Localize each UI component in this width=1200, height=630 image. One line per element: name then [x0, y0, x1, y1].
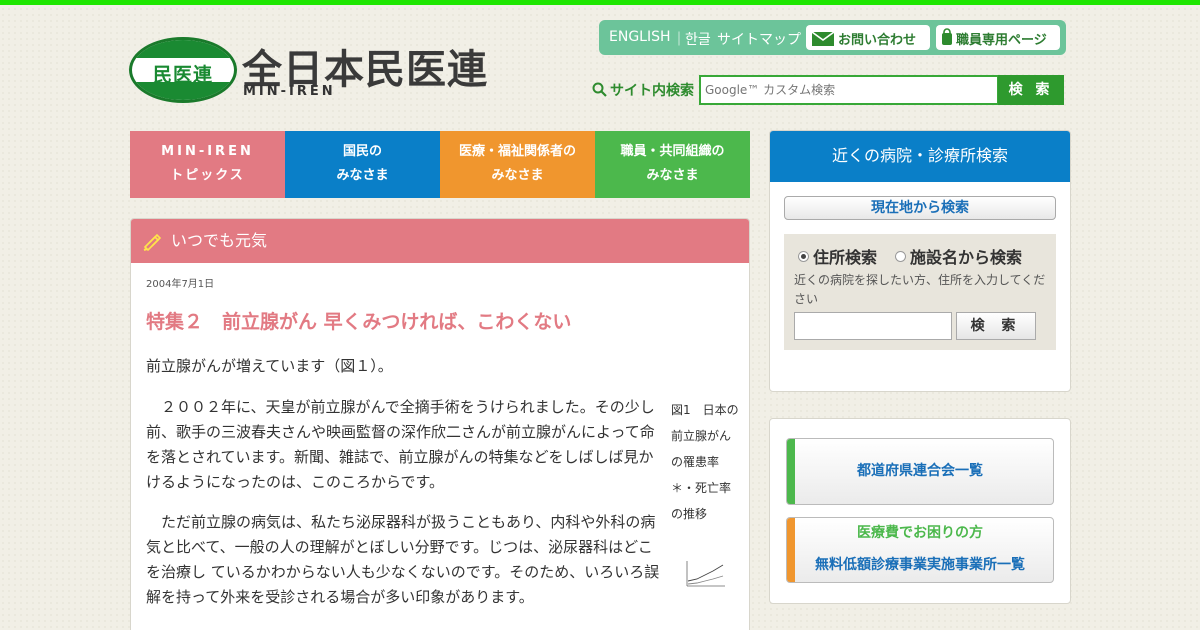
- top-accent-bar: [0, 0, 1200, 5]
- site-search-text: サイト内検索: [610, 83, 694, 99]
- korean-link[interactable]: 한글: [685, 29, 711, 49]
- article-lead: 前立腺がんが増えています（図１）。: [146, 357, 393, 375]
- address-input[interactable]: [794, 312, 952, 340]
- nav-topics-line1: MIN-IREN: [161, 144, 254, 159]
- article-date: 2004年7月1日: [146, 279, 215, 290]
- staff-page-button[interactable]: 職員専用ページ: [936, 25, 1060, 50]
- article-title: 特集２ 前立腺がん 早くみつければ、こわくない: [146, 311, 572, 333]
- hospital-search-panel: 近くの病院・診療所検索 現在地から検索 住所検索 施設名から検索 近くの病院を探…: [769, 130, 1071, 392]
- logo-subtitle: MIN-IREN: [243, 84, 336, 99]
- sitemap-link[interactable]: サイトマップ: [717, 29, 801, 49]
- pencil-icon: [143, 233, 162, 251]
- english-link[interactable]: ENGLISH: [609, 29, 671, 45]
- article-panel: いつでも元気 2004年7月1日 特集２ 前立腺がん 早くみつければ、こわくない…: [130, 218, 750, 630]
- hospital-search-title: 近くの病院・診療所検索: [770, 131, 1070, 182]
- site-search-button[interactable]: 検 索: [998, 75, 1064, 105]
- article-paragraph-2: ただ前立腺の病気は、私たち泌尿器科が扱うこともあり、内科や外科の病気と比べて、一…: [146, 513, 660, 606]
- staff-label: 職員専用ページ: [956, 33, 1047, 48]
- site-logo[interactable]: 民医連 全日本民医連 MIN-IREN: [129, 37, 487, 105]
- lock-icon: [942, 28, 952, 45]
- utility-links-bar: ENGLISH ｜ 한글 サイトマップ お問い合わせ 職員専用ページ: [599, 20, 1066, 55]
- figure-thumbnail[interactable]: [683, 559, 727, 589]
- article-paragraph-1: ２００２年に、天皇が前立腺がんで全摘手術をうけられました。その少し前、歌手の三波…: [146, 398, 655, 491]
- nav-public[interactable]: 国民の みなさま: [285, 131, 440, 198]
- nav-staff-line1: 職員・共同組織の: [620, 144, 725, 159]
- site-search-input[interactable]: [699, 75, 999, 105]
- green-accent-bar: [787, 439, 795, 504]
- nav-professionals-line1: 医療・福祉関係者の: [458, 144, 576, 159]
- radio-address-label: 住所検索: [813, 248, 878, 267]
- radio-unselected-icon: [895, 251, 906, 262]
- orange-accent-bar: [787, 518, 795, 582]
- radio-address-search[interactable]: 住所検索: [798, 244, 877, 268]
- article-section-header: いつでも元気: [131, 219, 749, 263]
- nav-topics-line2: トピックス: [170, 168, 245, 183]
- contact-label: お問い合わせ: [838, 33, 917, 48]
- site-search-label: サイト内検索: [592, 80, 694, 100]
- address-search-button[interactable]: 検 索: [956, 312, 1036, 340]
- radio-selected-icon: [798, 251, 809, 262]
- nav-public-line2: みなさま: [336, 168, 389, 183]
- address-search-hint: 近くの病院を探したい方、住所を入力してください: [794, 273, 1046, 306]
- nav-public-line1: 国民の: [342, 144, 382, 159]
- prefecture-list-label: 都道府県連合会一覧: [857, 463, 983, 479]
- link-separator: ｜: [672, 32, 686, 48]
- radio-facility-label: 施設名から検索: [910, 248, 1023, 267]
- figure-caption: 図1 日本の前立腺がんの罹患率＊・死亡率の推移: [671, 403, 739, 521]
- article-section-title: いつでも元気: [171, 231, 268, 250]
- envelope-icon: [811, 31, 835, 46]
- address-search-box: 住所検索 施設名から検索 近くの病院を探したい方、住所を入力してください 検 索: [784, 234, 1056, 350]
- nav-professionals[interactable]: 医療・福祉関係者の みなさま: [440, 131, 595, 198]
- main-nav: MIN-IREN トピックス 国民の みなさま 医療・福祉関係者の みなさま 職…: [130, 131, 750, 198]
- current-location-search-button[interactable]: 現在地から検索: [784, 196, 1056, 220]
- medical-cost-title: 医療費でお困りの方: [857, 525, 983, 541]
- nav-professionals-line2: みなさま: [491, 168, 544, 183]
- contact-button[interactable]: お問い合わせ: [806, 25, 930, 50]
- logo-emblem: 民医連: [129, 37, 237, 103]
- prefecture-list-button[interactable]: 都道府県連合会一覧: [786, 438, 1054, 505]
- nav-staff-line2: みなさま: [646, 168, 699, 183]
- nav-topics[interactable]: MIN-IREN トピックス: [130, 131, 285, 198]
- radio-facility-search[interactable]: 施設名から検索: [895, 244, 1022, 268]
- search-icon: [592, 82, 607, 97]
- links-panel: 都道府県連合会一覧 医療費でお困りの方 無料低額診療事業実施事業所一覧: [769, 418, 1071, 604]
- nav-staff[interactable]: 職員・共同組織の みなさま: [595, 131, 750, 198]
- medical-cost-link: 無料低額診療事業実施事業所一覧: [815, 557, 1025, 573]
- medical-cost-button[interactable]: 医療費でお困りの方 無料低額診療事業実施事業所一覧: [786, 517, 1054, 583]
